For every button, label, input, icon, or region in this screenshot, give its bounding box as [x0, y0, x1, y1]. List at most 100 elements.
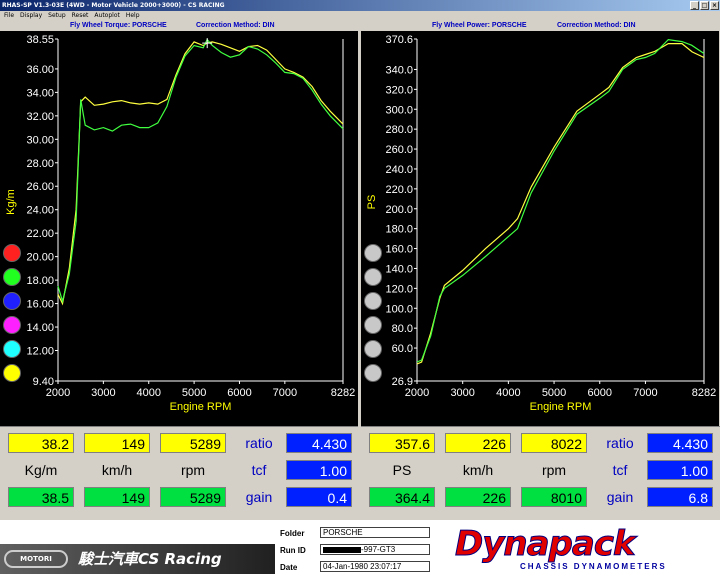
- run-id-redaction: [323, 546, 361, 553]
- brand-logo: Dynapack: [455, 524, 637, 565]
- menu-file[interactable]: File: [4, 11, 14, 21]
- x-tick-label: 4000: [496, 387, 520, 399]
- brand-subtitle: CHASSIS DYNAMOMETERS: [520, 562, 667, 571]
- run-dot-blue[interactable]: [3, 292, 21, 310]
- torque-value-yellow: 38.2: [8, 433, 74, 453]
- run-dot-magenta[interactable]: [3, 316, 21, 334]
- run-dot-gray[interactable]: [364, 244, 382, 262]
- tcf-label: tcf: [612, 462, 628, 478]
- x-tick-label: 6000: [588, 387, 612, 399]
- power-unit: PS: [392, 462, 412, 478]
- menu-reset[interactable]: Reset: [72, 11, 89, 21]
- rpm-value-green: 8010: [521, 487, 587, 507]
- ratio-label: ratio: [606, 435, 634, 451]
- gain-label: gain: [245, 489, 273, 505]
- y-tick-label: 220.0: [385, 184, 413, 196]
- date-field: 04-Jan-1980 23:07:17: [320, 561, 430, 572]
- app-window: { "window": { "title": "RHAS-SP V1.3-03E…: [0, 0, 720, 576]
- run-selector-left: [3, 244, 21, 382]
- shop-logo: MOTORI 駿士汽車CS Racing: [0, 544, 275, 574]
- folder-label: Folder: [280, 529, 305, 538]
- ratio-label: ratio: [245, 435, 273, 451]
- run-id-value: -997-GT3: [361, 545, 396, 554]
- torque-value-green: 38.5: [8, 487, 74, 507]
- menu-help[interactable]: Help: [126, 11, 140, 21]
- y-tick-label: 120.0: [385, 283, 413, 295]
- speed-value-yellow: 149: [84, 433, 150, 453]
- y-tick-label: 320.0: [385, 84, 413, 96]
- speed-value-green: 226: [445, 487, 511, 507]
- y-tick-label: 26.00: [26, 181, 54, 193]
- speed-unit: km/h: [462, 462, 494, 478]
- x-axis-label: Engine RPM: [170, 401, 232, 413]
- window-title: RHAS-SP V1.3-03E (4WD - Motor Vehicle 20…: [2, 2, 225, 9]
- y-tick-label: 340.0: [385, 64, 413, 76]
- series-line-1: [57, 38, 344, 304]
- run-dot-yellow[interactable]: [3, 364, 21, 382]
- x-tick-label: 8282: [692, 387, 716, 399]
- speed-unit: km/h: [101, 462, 133, 478]
- y-tick-label: 14.00: [26, 322, 54, 334]
- speed-value-yellow: 226: [445, 433, 511, 453]
- rpm-unit: rpm: [541, 462, 567, 478]
- torque-correction-method: Correction Method: DIN: [196, 22, 275, 29]
- run-selector-right: [364, 244, 382, 382]
- y-axis-label: Kg/m: [5, 189, 17, 215]
- series-line-0: [416, 43, 705, 365]
- y-tick-label: 240.0: [385, 164, 413, 176]
- series-line-0: [57, 41, 344, 306]
- menu-display[interactable]: Display: [20, 11, 42, 21]
- run-dot-red[interactable]: [3, 244, 21, 262]
- y-tick-label: 300.0: [385, 104, 413, 116]
- menu-bar: File Display Setup Reset Autoplot Help: [0, 11, 720, 21]
- rpm-unit: rpm: [180, 462, 206, 478]
- y-tick-label: 34.00: [26, 87, 54, 99]
- maximize-button[interactable]: □: [700, 1, 709, 10]
- gain-value: 6.8: [647, 487, 713, 507]
- run-dot-gray[interactable]: [364, 316, 382, 334]
- power-readout: 357.6 226 8022 ratio 4.430 PS km/h rpm t…: [361, 426, 720, 520]
- x-tick-label: 2000: [46, 387, 70, 399]
- series-line-1: [416, 38, 705, 363]
- date-label: Date: [280, 563, 298, 572]
- y-tick-label: 30.00: [26, 134, 54, 146]
- run-id-label: Run ID: [280, 546, 306, 555]
- rpm-value-yellow: 8022: [521, 433, 587, 453]
- run-dot-green[interactable]: [3, 268, 21, 286]
- gain-value: 0.4: [286, 487, 352, 507]
- y-tick-label: 36.00: [26, 64, 54, 76]
- run-dot-gray[interactable]: [364, 268, 382, 286]
- run-dot-gray[interactable]: [364, 292, 382, 310]
- run-dot-gray[interactable]: [364, 340, 382, 358]
- ratio-value: 4.430: [286, 433, 352, 453]
- y-tick-label: 22.00: [26, 228, 54, 240]
- y-tick-label: 28.00: [26, 158, 54, 170]
- emblem-logo: MOTORI: [4, 550, 68, 568]
- run-dot-cyan[interactable]: [3, 340, 21, 358]
- power-chart-panel: 370.6 340.0 320.0 300.0 280.0 260.0 240.0 220.0…: [361, 31, 719, 426]
- power-chart-title: Fly Wheel Power: PORSCHE: [432, 22, 527, 29]
- run-dot-gray[interactable]: [364, 364, 382, 382]
- torque-chart: 38.55 36.00 34.00 32.00 30.00 28.00 26.00 24.00…: [5, 34, 355, 413]
- y-tick-label: 12.00: [26, 345, 54, 357]
- tcf-value: 1.00: [286, 460, 352, 480]
- x-tick-label: 4000: [136, 387, 160, 399]
- y-tick-label: 140.0: [385, 263, 413, 275]
- folder-field: PORSCHE: [320, 527, 430, 538]
- x-tick-label: 7000: [633, 387, 657, 399]
- y-axis-label: PS: [366, 195, 378, 210]
- y-tick-label: 370.6: [385, 34, 413, 46]
- rpm-value-yellow: 5289: [160, 433, 226, 453]
- menu-autoplot[interactable]: Autoplot: [94, 11, 119, 21]
- power-value-yellow: 357.6: [369, 433, 435, 453]
- menu-setup[interactable]: Setup: [48, 11, 65, 21]
- run-id-field: -997-GT3: [320, 544, 430, 555]
- torque-chart-title: Fly Wheel Torque: PORSCHE: [70, 22, 167, 29]
- x-tick-label: 3000: [450, 387, 474, 399]
- minimize-button[interactable]: _: [690, 1, 699, 10]
- y-tick-label: 280.0: [385, 124, 413, 136]
- close-button[interactable]: ×: [710, 1, 719, 10]
- gain-label: gain: [606, 489, 634, 505]
- y-tick-label: 160.0: [385, 244, 413, 256]
- ratio-value: 4.430: [647, 433, 713, 453]
